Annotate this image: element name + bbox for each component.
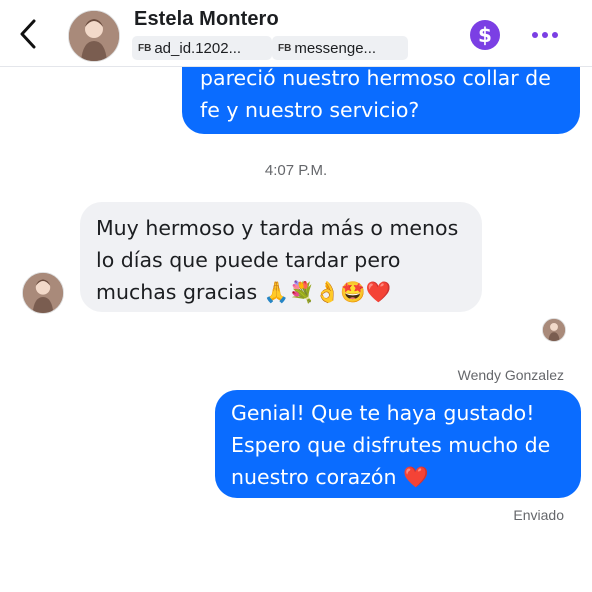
- dollar-icon[interactable]: $: [470, 20, 500, 50]
- ad-id-tag[interactable]: FB ad_id.1202...: [132, 36, 272, 60]
- dot: [542, 32, 548, 38]
- message-line: Genial! Que te haya gustado!: [231, 401, 535, 425]
- message-line: Muy hermoso y tarda más o menos: [96, 216, 459, 240]
- dot: [532, 32, 538, 38]
- contact-name[interactable]: Estela Montero: [134, 8, 279, 31]
- tag-label: messenge...: [294, 39, 377, 57]
- message-line: Espero que disfrutes mucho de: [231, 433, 551, 457]
- message-text: muchas gracias: [96, 280, 264, 304]
- more-options-icon[interactable]: [528, 24, 562, 46]
- message-timestamp: 4:07 P.M.: [264, 162, 328, 179]
- message-line: lo días que puede tardar pero: [96, 248, 401, 272]
- message-line: muchas gracias 🙏💐👌🤩❤️: [96, 276, 466, 308]
- delivery-status: Enviado: [513, 507, 564, 523]
- seen-receipt-avatar: [542, 318, 566, 342]
- outgoing-message-bubble[interactable]: Genial! Que te haya gustado! Espero que …: [215, 390, 581, 498]
- chat-header: Estela Montero FB ad_id.1202... FB messe…: [0, 0, 592, 67]
- sender-name-label: Wendy Gonzalez: [457, 367, 564, 383]
- message-line: nuestro corazón ❤️: [231, 461, 565, 493]
- message-text: nuestro corazón: [231, 465, 403, 489]
- emoji-group: 🙏💐👌🤩: [263, 280, 366, 304]
- fb-tag-prefix: FB: [278, 42, 292, 54]
- contact-avatar[interactable]: [68, 10, 120, 62]
- dot: [552, 32, 558, 38]
- back-arrow-icon: [20, 19, 36, 49]
- messenger-tag[interactable]: FB messenge...: [272, 36, 408, 60]
- back-button[interactable]: [10, 14, 46, 54]
- heart-emoji: ❤️: [402, 465, 429, 489]
- tag-label: ad_id.1202...: [154, 39, 242, 57]
- fb-tag-prefix: FB: [138, 42, 152, 54]
- message-line: fe y nuestro servicio?: [200, 98, 420, 122]
- sender-avatar[interactable]: [22, 272, 64, 314]
- incoming-message-bubble[interactable]: Muy hermoso y tarda más o menos lo días …: [80, 202, 482, 312]
- heart-emoji: ❤️: [365, 280, 392, 304]
